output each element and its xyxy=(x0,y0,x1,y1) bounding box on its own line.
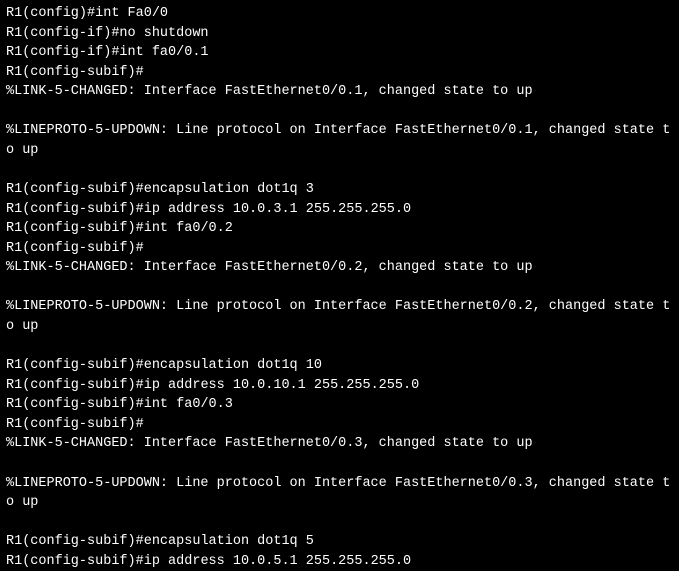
terminal-line: R1(config-subif)#ip address 10.0.5.1 255… xyxy=(6,552,673,571)
terminal-line: %LINEPROTO-5-UPDOWN: Line protocol on In… xyxy=(6,297,673,336)
cli-command: encapsulation dot1q 10 xyxy=(144,358,322,373)
terminal-line xyxy=(6,278,673,298)
terminal-line: R1(config-subif)#encapsulation dot1q 3 xyxy=(6,180,673,200)
terminal-line: R1(config)#int Fa0/0 xyxy=(6,4,673,24)
cli-command: int Fa0/0 xyxy=(95,6,168,21)
cli-command: encapsulation dot1q 3 xyxy=(144,182,314,197)
terminal-line: %LINK-5-CHANGED: Interface FastEthernet0… xyxy=(6,82,673,102)
terminal-line: R1(config-if)#no shutdown xyxy=(6,24,673,44)
cli-prompt: R1(config-if)# xyxy=(6,45,119,60)
cli-prompt: R1(config-subif)# xyxy=(6,358,144,373)
terminal-line: %LINEPROTO-5-UPDOWN: Line protocol on In… xyxy=(6,121,673,160)
terminal-line: R1(config-if)#int fa0/0.1 xyxy=(6,43,673,63)
cli-output-text: %LINK-5-CHANGED: Interface FastEthernet0… xyxy=(6,84,533,99)
cli-command: ip address 10.0.5.1 255.255.255.0 xyxy=(144,554,411,569)
terminal-line xyxy=(6,102,673,122)
terminal-line: R1(config-subif)#encapsulation dot1q 10 xyxy=(6,356,673,376)
cli-prompt: R1(config-subif)# xyxy=(6,65,144,80)
terminal-line xyxy=(6,513,673,533)
terminal-line: R1(config-subif)#encapsulation dot1q 5 xyxy=(6,532,673,552)
terminal-line: %LINK-5-CHANGED: Interface FastEthernet0… xyxy=(6,434,673,454)
cli-prompt: R1(config-subif)# xyxy=(6,378,144,393)
terminal-line: R1(config-subif)# xyxy=(6,415,673,435)
cli-output-text: %LINEPROTO-5-UPDOWN: Line protocol on In… xyxy=(6,476,670,511)
cli-output-text: %LINK-5-CHANGED: Interface FastEthernet0… xyxy=(6,436,533,451)
cli-prompt: R1(config-subif)# xyxy=(6,182,144,197)
cli-prompt: R1(config-subif)# xyxy=(6,554,144,569)
cli-prompt: R1(config-subif)# xyxy=(6,241,144,256)
cli-command: int fa0/0.3 xyxy=(144,397,233,412)
cli-command: ip address 10.0.10.1 255.255.255.0 xyxy=(144,378,419,393)
terminal-line xyxy=(6,454,673,474)
cli-output-text: %LINEPROTO-5-UPDOWN: Line protocol on In… xyxy=(6,123,670,158)
cli-command: ip address 10.0.3.1 255.255.255.0 xyxy=(144,202,411,217)
terminal-line xyxy=(6,161,673,181)
terminal-line: R1(config-subif)# xyxy=(6,63,673,83)
cli-prompt: R1(config-subif)# xyxy=(6,202,144,217)
terminal-line: R1(config-subif)#ip address 10.0.10.1 25… xyxy=(6,376,673,396)
cli-command: int fa0/0.2 xyxy=(144,221,233,236)
cli-prompt: R1(config-subif)# xyxy=(6,417,144,432)
cli-prompt: R1(config-subif)# xyxy=(6,397,144,412)
terminal-line: R1(config-subif)#int fa0/0.2 xyxy=(6,219,673,239)
cli-command: encapsulation dot1q 5 xyxy=(144,534,314,549)
cli-output-text: %LINEPROTO-5-UPDOWN: Line protocol on In… xyxy=(6,299,670,334)
terminal-line: R1(config-subif)#ip address 10.0.3.1 255… xyxy=(6,200,673,220)
cli-prompt: R1(config-if)# xyxy=(6,26,119,41)
cli-prompt: R1(config-subif)# xyxy=(6,534,144,549)
cli-output-text: %LINK-5-CHANGED: Interface FastEthernet0… xyxy=(6,260,533,275)
cli-command: int fa0/0.1 xyxy=(119,45,208,60)
terminal-line: %LINEPROTO-5-UPDOWN: Line protocol on In… xyxy=(6,474,673,513)
cli-prompt: R1(config)# xyxy=(6,6,95,21)
cli-command: no shutdown xyxy=(119,26,208,41)
terminal-output[interactable]: R1(config)#int Fa0/0R1(config-if)#no shu… xyxy=(6,4,673,571)
terminal-line: R1(config-subif)# xyxy=(6,239,673,259)
terminal-line: R1(config-subif)#int fa0/0.3 xyxy=(6,395,673,415)
terminal-line: %LINK-5-CHANGED: Interface FastEthernet0… xyxy=(6,258,673,278)
terminal-line xyxy=(6,337,673,357)
cli-prompt: R1(config-subif)# xyxy=(6,221,144,236)
